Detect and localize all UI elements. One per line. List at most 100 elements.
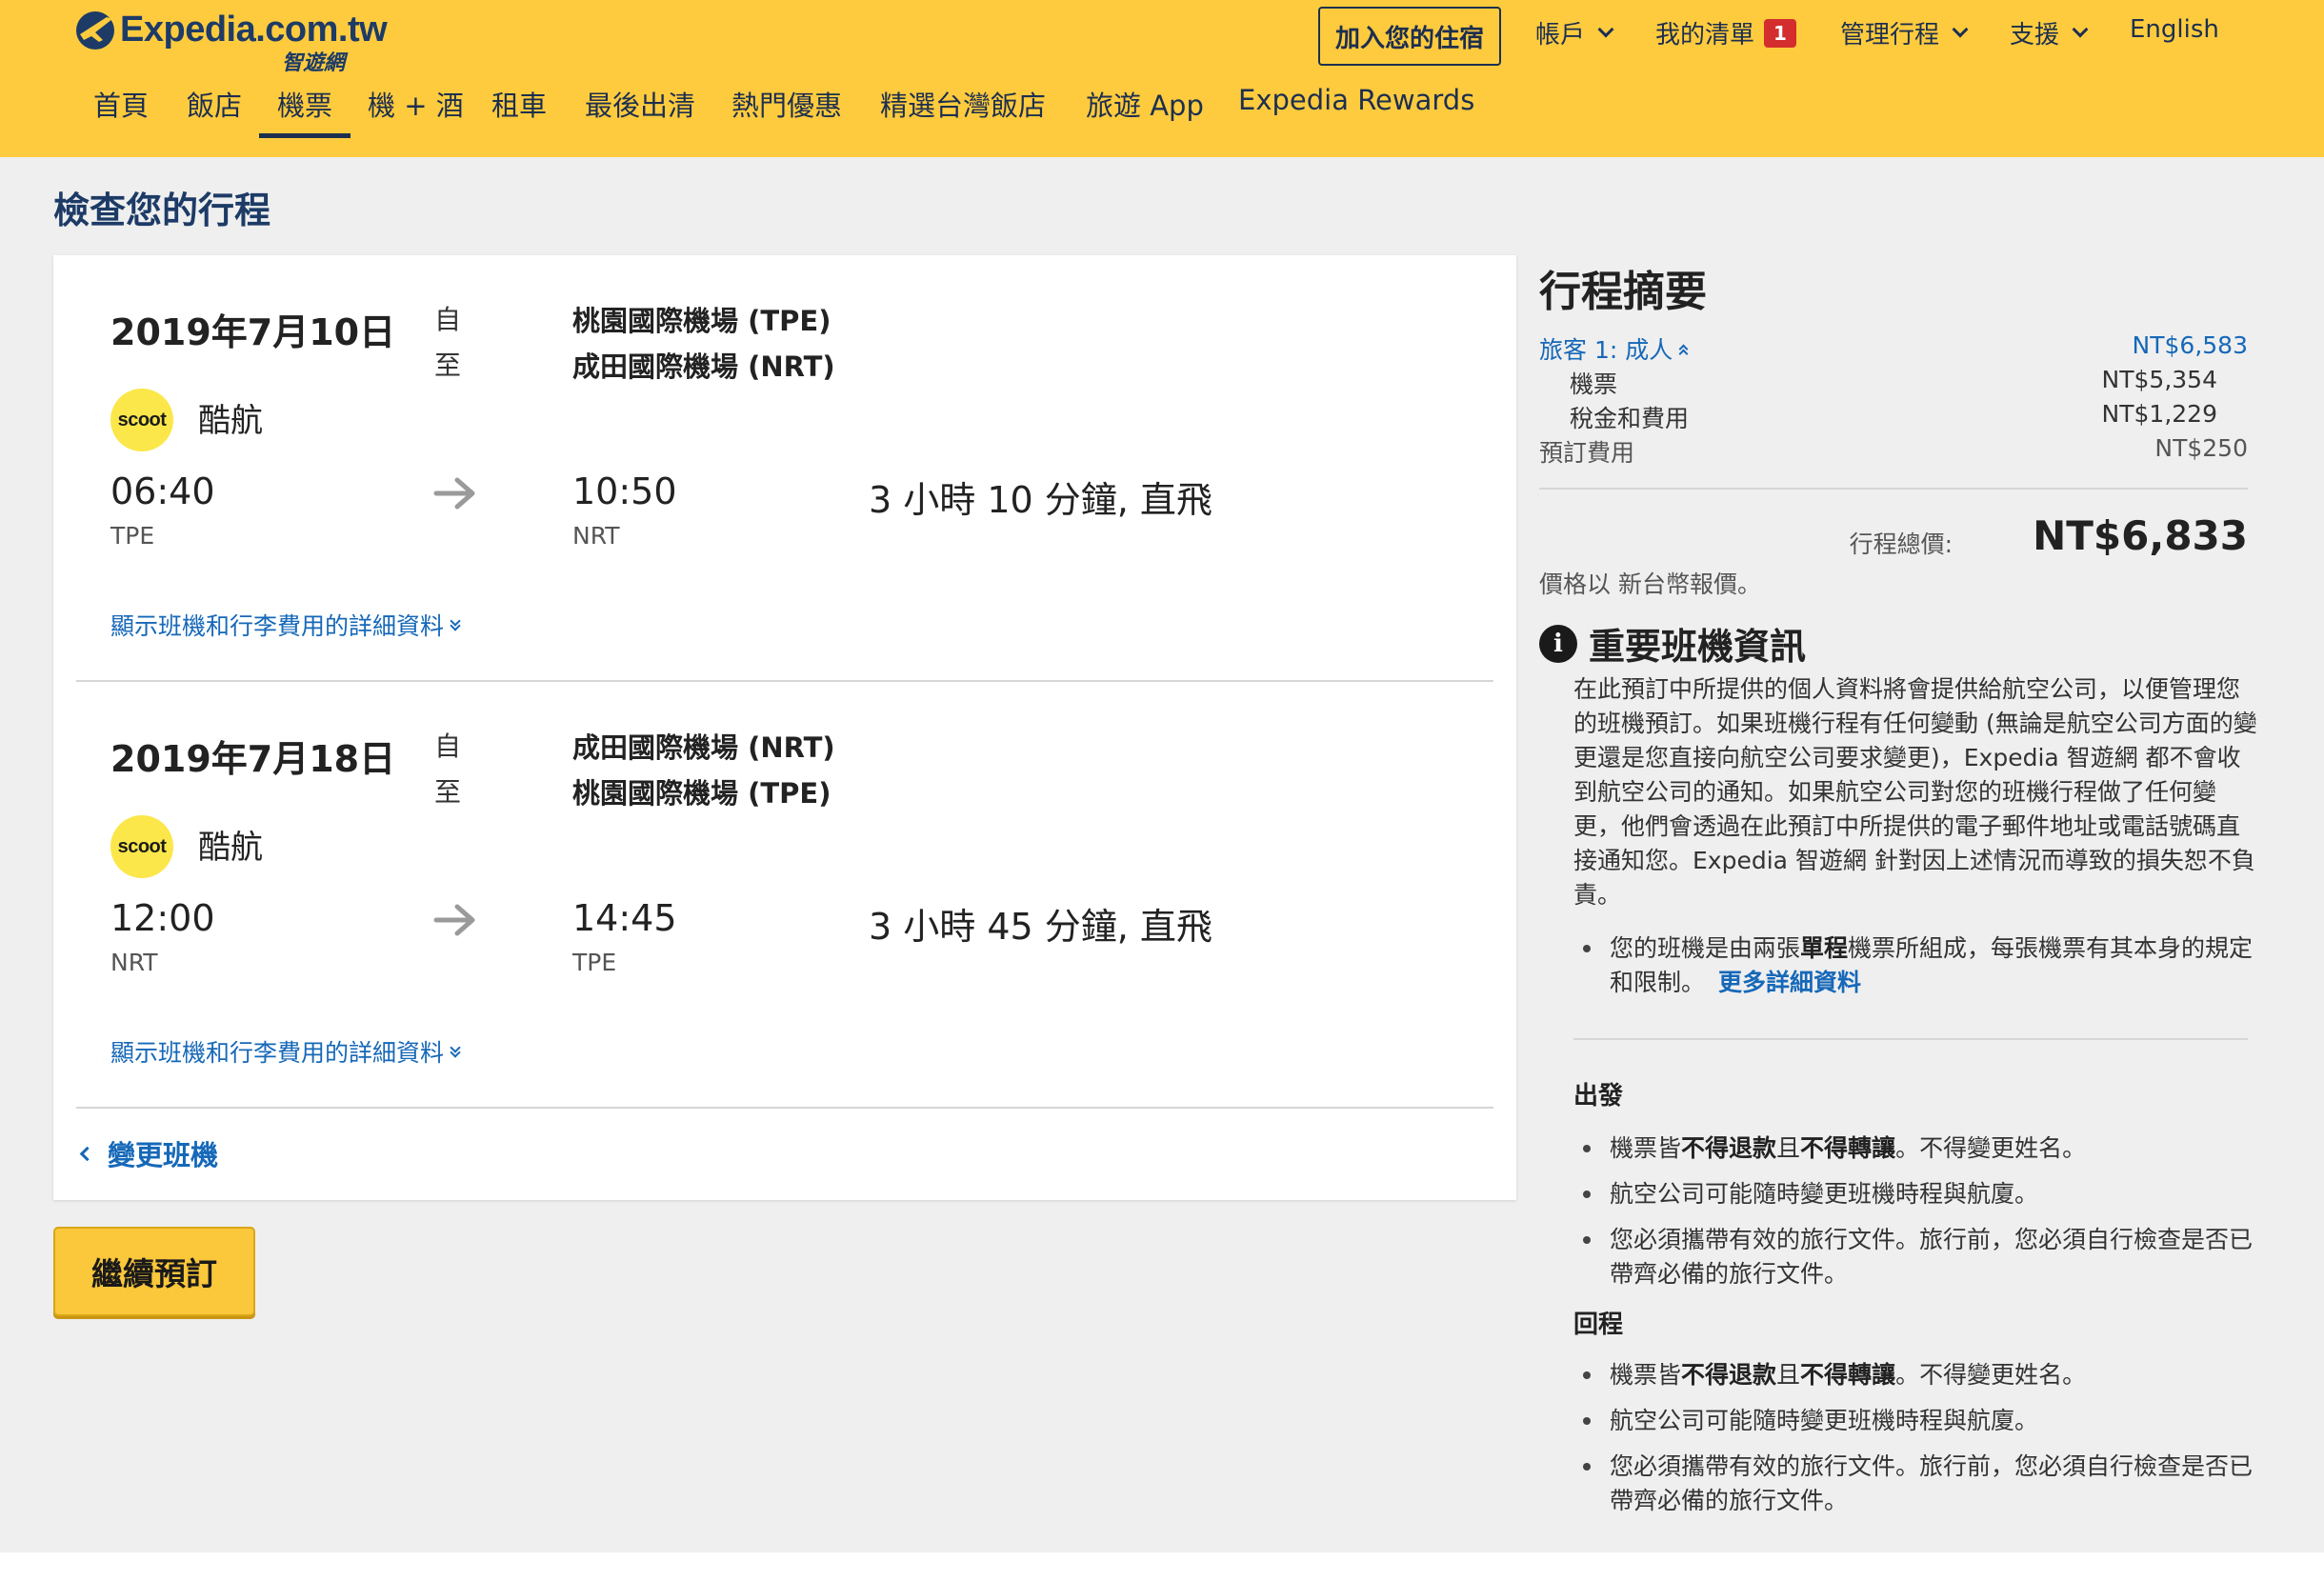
logo-subtitle: 智遊網 [282,51,346,75]
nav-flight-hotel[interactable]: 機 + 酒 [368,84,464,124]
page-title: 檢查您的行程 [53,190,271,231]
from-label: 自 [434,730,462,762]
plane-globe-icon [76,11,114,50]
scoot-logo: scoot [110,815,173,878]
nav-hotels[interactable]: 飯店 [187,84,242,124]
more-details-link[interactable]: 更多詳細資料 [1718,969,1861,996]
flight-details-link[interactable]: 顯示班機和行李費用的詳細資料 [110,608,461,642]
currency-note: 價格以 新台幣報價。 [1539,570,1761,598]
account-menu[interactable]: 帳戶 [1535,15,1614,50]
flight-details-link[interactable]: 顯示班機和行李費用的詳細資料 [110,1034,461,1069]
traveler-toggle[interactable]: 旅客 1: 成人 [1539,331,1689,366]
important-info-title: 重要班機資訊 [1589,626,1807,668]
total-price: NT$6,833 [2033,512,2248,559]
list-item: 您必須攜帶有效的旅行文件。旅行前，您必須自行檢查是否已帶齊必備的旅行文件。 [1573,1223,2259,1291]
return-rules-list: 機票皆不得退款且不得轉讓。不得變更姓名。 航空公司可能隨時變更班機時程與航廈。 … [1573,1358,2259,1518]
chevron-down-icon [2072,21,2089,37]
scoot-logo: scoot [110,389,173,451]
change-flight-link[interactable]: 變更班機 [79,1133,219,1173]
list-item: 機票皆不得退款且不得轉讓。不得變更姓名。 [1573,1358,2259,1392]
flight-duration: 3 小時 10 分鐘, 直飛 [869,479,1212,521]
departure-time: 06:40 [110,470,215,512]
origin-airport: 成田國際機場 (NRT) [572,731,835,764]
trip-summary-title: 行程摘要 [1539,268,1707,316]
nav-last-minute[interactable]: 最後出清 [585,84,695,124]
departure-rules-list: 機票皆不得退款且不得轉讓。不得變更姓名。 航空公司可能隨時變更班機時程與航廈。 … [1573,1131,2259,1291]
booking-fee-label: 預訂費用 [1539,439,1635,467]
logo-text: Expedia.com.tw [120,10,388,50]
double-chevron-up-icon [1678,344,1689,359]
chevron-down-icon [1597,21,1614,37]
site-header: Expedia.com.tw 智遊網 加入您的住宿 帳戶 我的清單 1 管理行程… [0,0,2324,157]
list-item: 航空公司可能隨時變更班機時程與航廈。 [1573,1177,2259,1211]
destination-airport: 桃園國際機場 (TPE) [572,777,831,810]
double-chevron-down-icon [450,615,461,631]
chevron-left-icon [79,1146,95,1161]
tax-price: NT$1,229 [2101,400,2217,428]
nav-taiwan-hotels[interactable]: 精選台灣飯店 [880,84,1046,124]
footer-band [0,1552,2324,1581]
account-label: 帳戶 [1535,21,1586,50]
arrival-time: 10:50 [572,470,677,512]
list-count-badge: 1 [1764,18,1797,48]
origin-airport: 桃園國際機場 (TPE) [572,305,831,337]
arrival-code: NRT [572,522,620,550]
language-link[interactable]: English [2130,15,2219,44]
traveler-label: 旅客 1: 成人 [1539,336,1673,364]
join-property-button[interactable]: 加入您的住宿 [1318,7,1501,66]
info-icon: i [1539,625,1577,663]
important-info-text: 在此預訂中所提供的個人資料將會提供給航空公司，以便管理您的班機預訂。如果班機行程… [1573,675,2257,909]
to-label: 至 [434,776,462,808]
leg-date: 2019年7月10日 [110,311,396,353]
arrival-code: TPE [572,949,617,976]
airline-name: 酷航 [198,402,263,440]
ticket-note-list: 您的班機是由兩張單程機票所組成，每張機票有其本身的規定和限制。 更多詳細資料 [1573,931,2259,1000]
departure-code: NRT [110,949,158,976]
departure-code: TPE [110,522,155,550]
ticket-price: NT$5,354 [2101,366,2217,393]
flight-leg-outbound: 2019年7月10日 自 至 桃園國際機場 (TPE) 成田國際機場 (NRT)… [53,255,1516,682]
change-flight-label: 變更班機 [108,1139,219,1171]
departure-rules-heading: 出發 [1573,1082,1624,1111]
airline-name: 酷航 [198,829,263,867]
manage-trips-label: 管理行程 [1840,21,1940,50]
ticket-label: 機票 [1570,370,1618,398]
my-list-label: 我的清單 [1655,21,1755,50]
rules-divider [1573,1038,2248,1040]
booking-fee: NT$250 [2154,434,2248,462]
continue-booking-button[interactable]: 繼續預訂 [53,1227,255,1316]
leg-divider [76,1107,1493,1109]
traveler-price: NT$6,583 [2132,331,2248,359]
list-item: 您的班機是由兩張單程機票所組成，每張機票有其本身的規定和限制。 更多詳細資料 [1573,931,2259,1000]
destination-airport: 成田國際機場 (NRT) [572,350,835,383]
nav-hot-deals[interactable]: 熱門優惠 [731,84,842,124]
expedia-logo[interactable]: Expedia.com.tw 智遊網 [74,6,389,75]
return-rules-heading: 回程 [1573,1311,1624,1339]
departure-time: 12:00 [110,897,215,939]
details-link-label: 顯示班機和行李費用的詳細資料 [110,612,445,640]
flight-duration: 3 小時 45 分鐘, 直飛 [869,906,1212,948]
my-list-link[interactable]: 我的清單 1 [1655,15,1797,50]
tax-label: 稅金和費用 [1570,405,1690,432]
language-label: English [2130,15,2219,44]
nav-flights[interactable]: 機票 [259,84,351,138]
details-link-label: 顯示班機和行李費用的詳細資料 [110,1039,445,1067]
leg-date: 2019年7月18日 [110,738,396,780]
itinerary-card: 2019年7月10日 自 至 桃園國際機場 (TPE) 成田國際機場 (NRT)… [53,255,1516,1200]
list-item: 您必須攜帶有效的旅行文件。旅行前，您必須自行檢查是否已帶齊必備的旅行文件。 [1573,1450,2259,1518]
manage-trips-menu[interactable]: 管理行程 [1840,15,1969,50]
from-label: 自 [434,304,462,335]
arrival-time: 14:45 [572,897,677,939]
chevron-down-icon [1952,21,1969,37]
nav-expedia-rewards[interactable]: Expedia Rewards [1238,84,1474,116]
nav-home[interactable]: 首頁 [93,84,149,124]
nav-travel-app[interactable]: 旅遊 App [1086,84,1204,124]
total-label: 行程總價: [1849,530,1953,558]
double-chevron-down-icon [450,1042,461,1058]
nav-car-rental[interactable]: 租車 [491,84,547,124]
summary-divider [1539,488,2248,490]
list-item: 航空公司可能隨時變更班機時程與航廈。 [1573,1404,2259,1438]
support-menu[interactable]: 支援 [2010,15,2089,50]
list-item: 機票皆不得退款且不得轉讓。不得變更姓名。 [1573,1131,2259,1166]
flight-leg-return: 2019年7月18日 自 至 成田國際機場 (NRT) 桃園國際機場 (TPE)… [53,682,1516,1109]
